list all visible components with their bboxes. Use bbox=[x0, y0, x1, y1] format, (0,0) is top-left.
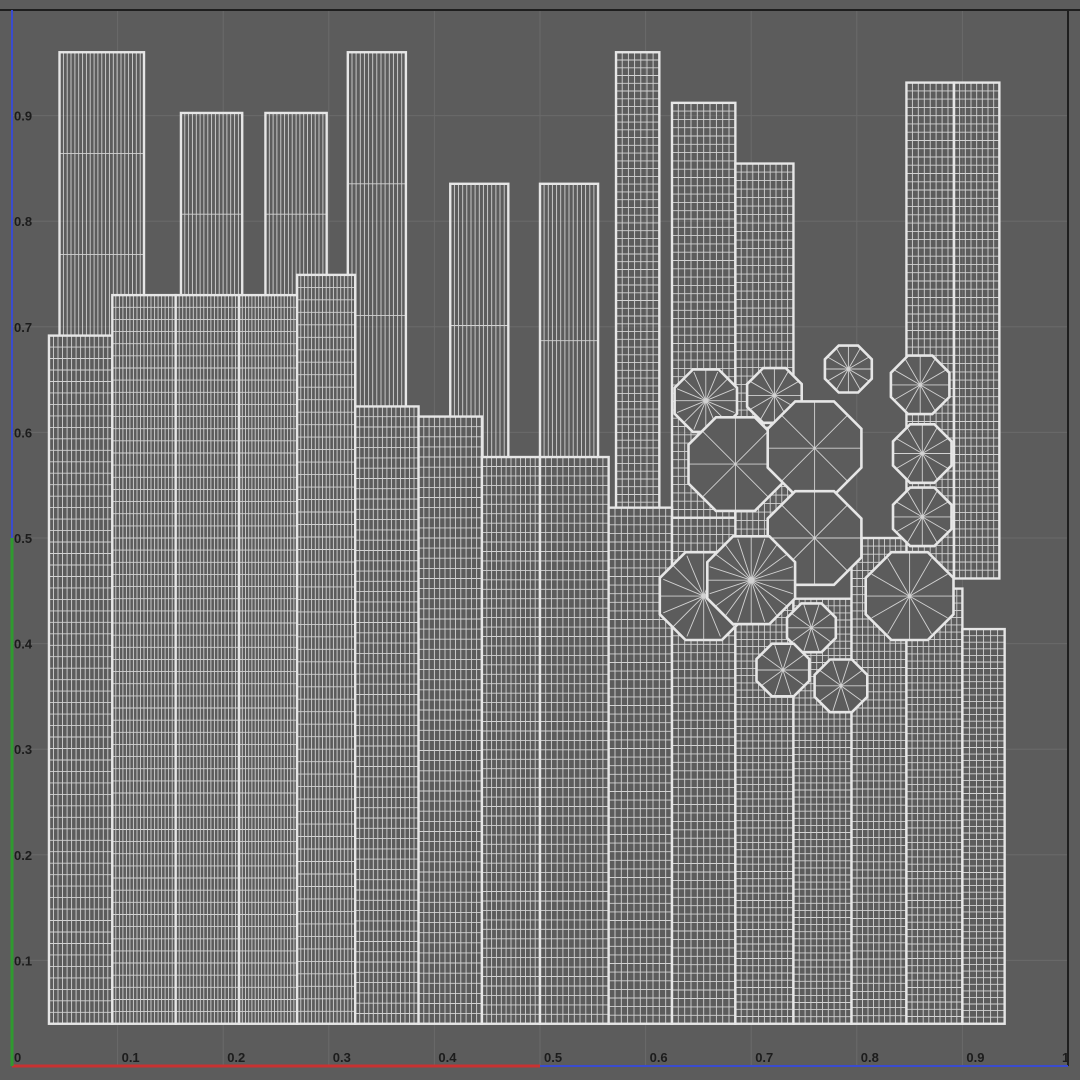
uv-shell-octagon-cap[interactable] bbox=[891, 486, 953, 548]
v-axis-label: 0.7 bbox=[14, 320, 32, 335]
shell-edges bbox=[175, 294, 240, 1025]
shell-edges bbox=[481, 456, 541, 1025]
u-axis-label: 0.8 bbox=[861, 1050, 879, 1065]
uv-shell-strip[interactable] bbox=[480, 455, 542, 1025]
shell-edges bbox=[296, 274, 356, 1025]
v-axis-label: 0.4 bbox=[14, 637, 33, 652]
v-axis-label: 0.1 bbox=[14, 953, 32, 968]
uv-shell-strip-back[interactable] bbox=[614, 51, 661, 519]
shell-edges bbox=[418, 416, 483, 1025]
uv-shell-strip-back[interactable] bbox=[952, 81, 1001, 580]
v-axis-label: 0.3 bbox=[14, 742, 32, 757]
uv-shell-octagon-cap[interactable] bbox=[823, 344, 874, 394]
uv-shell-strip[interactable] bbox=[417, 415, 484, 1025]
uv-shell-octagon-cap[interactable] bbox=[766, 400, 863, 497]
u-axis-label: 0.9 bbox=[966, 1050, 984, 1065]
shell-edges bbox=[539, 183, 599, 498]
uv-shell-strip[interactable] bbox=[538, 455, 610, 1025]
shell-edges bbox=[539, 456, 610, 1025]
uv-shell-octagon-cap[interactable] bbox=[891, 422, 953, 485]
shell-edges bbox=[961, 628, 1006, 1025]
v-axis-label: 0.6 bbox=[14, 425, 32, 440]
uv-shell-octagon-cap[interactable] bbox=[864, 550, 955, 642]
u-axis-label: 0.7 bbox=[755, 1050, 773, 1065]
uv-shell-octagon-cap[interactable] bbox=[755, 642, 811, 698]
shell-edges bbox=[905, 588, 963, 1025]
uv-shell-strip[interactable] bbox=[47, 334, 114, 1025]
uv-shell-strip[interactable] bbox=[111, 293, 177, 1025]
u-axis-label: 1 bbox=[1062, 1050, 1069, 1065]
uv-shell-strip-back[interactable] bbox=[346, 51, 408, 449]
uv-shell-octagon-cap[interactable] bbox=[889, 354, 951, 416]
uv-grid-canvas[interactable]: 0 0.1 0.2 0.3 0.4 0.5 0.6 0.7 0.8 0.9 1 0.1 0.2 0.3 0… bbox=[0, 0, 1080, 1080]
v-axis-label: 0.5 bbox=[14, 531, 32, 546]
shell-edges bbox=[238, 294, 298, 1025]
u-axis-label: 0.3 bbox=[333, 1050, 351, 1065]
u-axis-label: 0.5 bbox=[544, 1050, 562, 1065]
v-axis-label: 0.9 bbox=[14, 109, 32, 124]
u-axis-label: 0.6 bbox=[650, 1050, 668, 1065]
uv-shell-strip[interactable] bbox=[174, 293, 241, 1025]
uv-shell-octagon-cap[interactable] bbox=[813, 658, 869, 714]
uv-shell-strip-back[interactable] bbox=[538, 182, 600, 499]
shell-edges bbox=[953, 82, 1000, 579]
shell-edges bbox=[347, 51, 407, 448]
uv-shell-strip[interactable] bbox=[354, 405, 420, 1025]
shell-edges bbox=[48, 335, 113, 1025]
u-axis-label: 0.4 bbox=[438, 1050, 457, 1065]
uv-shell-strip[interactable] bbox=[961, 627, 1006, 1025]
cap-spokes bbox=[767, 401, 862, 495]
uv-editor-viewport[interactable]: 0 0.1 0.2 0.3 0.4 0.5 0.6 0.7 0.8 0.9 1 0.1 0.2 0.3 0… bbox=[0, 0, 1080, 1080]
u-axis-label: 0.1 bbox=[122, 1050, 140, 1065]
u-axis-label: 0.2 bbox=[227, 1050, 245, 1065]
u-axis-label: 0 bbox=[14, 1050, 21, 1065]
v-axis-label: 0.2 bbox=[14, 848, 32, 863]
uv-shell-strip[interactable] bbox=[237, 293, 299, 1025]
uv-shell-strip[interactable] bbox=[905, 587, 964, 1025]
shell-edges bbox=[615, 51, 660, 519]
shell-edges bbox=[354, 405, 420, 1025]
v-axis-label: 0.8 bbox=[14, 214, 32, 229]
shell-edges bbox=[111, 294, 177, 1025]
uv-shell-strip[interactable] bbox=[295, 273, 357, 1025]
uv-shell-octagon-cap[interactable] bbox=[705, 534, 797, 626]
